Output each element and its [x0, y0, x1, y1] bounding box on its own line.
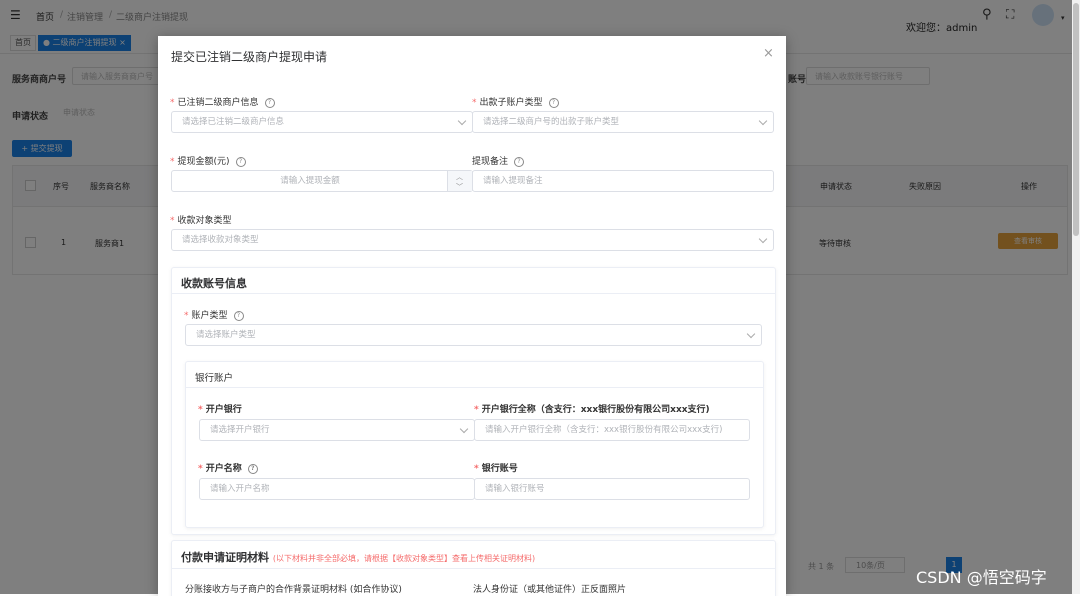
withdraw-dialog: 提交已注销二级商户提现申请 × * 已注销二级商户信息? 请选择已注销二级商户信息… — [158, 36, 786, 596]
account-name-label: * 开户名称? — [198, 461, 258, 474]
account-card-title: 收款账号信息 — [181, 277, 247, 290]
chevron-down-icon — [758, 116, 768, 126]
account-number-input[interactable]: 请输入银行账号 — [474, 478, 750, 500]
account-number-label-text: 银行账号 — [481, 464, 518, 474]
sub-account-label-text: 出款子账户类型 — [479, 98, 543, 108]
remark-label-text: 提现备注 — [472, 157, 509, 167]
proof-materials-card: 付款申请证明材料 (以下材料并非全部必填，请根据【收款对象类型】查看上传相关证明… — [171, 540, 776, 596]
account-number-input-placeholder: 请输入银行账号 — [485, 484, 545, 494]
remark-input[interactable]: 请输入提现备注 — [472, 170, 774, 192]
chevron-down-icon — [746, 329, 756, 339]
bank-fullname-input[interactable]: 请输入开户银行全称（含支行：xxx银行股份有限公司xxx支行) — [474, 419, 750, 441]
amount-input[interactable]: 请输入提现金额 ︿ ﹀ — [171, 170, 473, 192]
bank-select[interactable]: 请选择开户银行 — [199, 419, 475, 441]
help-icon[interactable]: ? — [264, 97, 275, 108]
sub-account-select-placeholder: 请选择二级商户号的出款子账户类型 — [483, 117, 620, 127]
account-type-label-text: 账户类型 — [191, 311, 228, 321]
amount-label: * 提现金额(元)? — [170, 154, 246, 167]
page-scrollbar-thumb[interactable] — [1073, 3, 1079, 236]
divider — [172, 568, 775, 569]
amount-input-placeholder: 请输入提现金额 — [280, 176, 340, 186]
remark-input-placeholder: 请输入提现备注 — [483, 176, 543, 186]
bank-select-placeholder: 请选择开户银行 — [210, 425, 270, 435]
account-type-select-placeholder: 请选择账户类型 — [196, 330, 256, 340]
merchant-label-text: 已注销二级商户信息 — [177, 98, 259, 108]
account-info-card: 收款账号信息 * 账户类型? 请选择账户类型 银行账户 * 开户银行 请选择开户银行… — [171, 267, 776, 535]
help-icon[interactable]: ? — [514, 156, 525, 167]
proof-card-title-text: 付款申请证明材料 — [181, 551, 269, 564]
amount-label-text: 提现金额(元) — [177, 157, 230, 167]
proof-card-note: (以下材料并非全部必填，请根据【收款对象类型】查看上传相关证明材料) — [272, 554, 536, 563]
bank-fullname-label-text: 开户银行全称（含支行：xxx银行股份有限公司xxx支行) — [481, 405, 710, 415]
decrease-icon[interactable]: ﹀ — [456, 177, 463, 197]
help-icon[interactable]: ? — [233, 310, 244, 321]
remark-label: 提现备注? — [472, 154, 525, 167]
bank-card-title: 银行账户 — [195, 373, 234, 384]
account-type-select[interactable]: 请选择账户类型 — [185, 324, 762, 346]
help-icon[interactable]: ? — [247, 463, 258, 474]
divider — [186, 387, 763, 388]
merchant-label: * 已注销二级商户信息? — [170, 95, 275, 108]
merchant-select-placeholder: 请选择已注销二级商户信息 — [182, 117, 285, 127]
chevron-down-icon — [459, 424, 469, 434]
account-name-label-text: 开户名称 — [205, 464, 242, 474]
bank-label-text: 开户银行 — [205, 405, 242, 415]
bank-fullname-input-placeholder: 请输入开户银行全称（含支行：xxx银行股份有限公司xxx支行) — [485, 425, 723, 435]
proof-card-title: 付款申请证明材料 (以下材料并非全部必填，请根据【收款对象类型】查看上传相关证明… — [181, 549, 535, 565]
bank-fullname-label: * 开户银行全称（含支行：xxx银行股份有限公司xxx支行) — [474, 405, 710, 415]
account-name-input[interactable]: 请输入开户名称 — [199, 478, 475, 500]
watermark-text: CSDN @悟空码字 — [916, 568, 1047, 587]
payee-type-label: * 收款对象类型 — [170, 216, 232, 226]
proof-item-idcard: 法人身份证（或其他证件）正反面照片 — [473, 585, 627, 595]
chevron-down-icon — [457, 116, 467, 126]
payee-type-select[interactable]: 请选择收款对象类型 — [171, 229, 774, 251]
sub-account-select[interactable]: 请选择二级商户号的出款子账户类型 — [472, 111, 774, 133]
proof-item-cooperation: 分账接收方与子商户的合作背景证明材料 (如合作协议) — [185, 585, 402, 595]
close-icon[interactable]: × — [763, 46, 774, 61]
bank-account-card: 银行账户 * 开户银行 请选择开户银行 * 开户银行全称（含支行：xxx银行股份有限… — [185, 361, 764, 528]
amount-stepper[interactable]: ︿ ﹀ — [447, 171, 472, 191]
account-name-input-placeholder: 请输入开户名称 — [210, 484, 270, 494]
help-icon[interactable]: ? — [548, 97, 559, 108]
help-icon[interactable]: ? — [235, 156, 246, 167]
chevron-down-icon — [758, 234, 768, 244]
bank-label: * 开户银行 — [198, 405, 242, 415]
account-type-label: * 账户类型? — [184, 308, 244, 321]
payee-type-label-text: 收款对象类型 — [177, 216, 232, 226]
account-number-label: * 银行账号 — [474, 464, 518, 474]
dialog-title: 提交已注销二级商户提现申请 — [171, 50, 328, 64]
payee-type-select-placeholder: 请选择收款对象类型 — [182, 235, 259, 245]
merchant-select[interactable]: 请选择已注销二级商户信息 — [171, 111, 473, 133]
sub-account-label: * 出款子账户类型? — [472, 95, 559, 108]
divider — [172, 293, 775, 294]
